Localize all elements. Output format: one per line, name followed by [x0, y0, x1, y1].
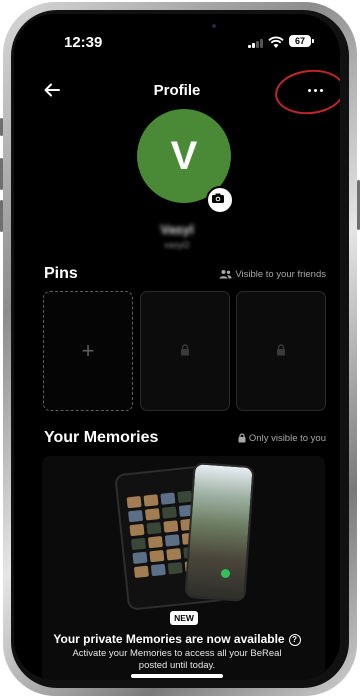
add-pin-slot[interactable]: + — [43, 291, 133, 411]
red-annotation-circle — [272, 66, 340, 118]
side-button-volume-down — [0, 200, 3, 232]
side-button-action — [0, 118, 3, 136]
memories-visibility-note: Only visible to you — [238, 433, 326, 444]
memory-photo-illustration — [184, 462, 255, 602]
user-handle: vasyl2 — [164, 240, 190, 250]
friends-icon — [219, 270, 232, 279]
plus-icon: + — [81, 338, 95, 363]
dynamic-island — [142, 16, 214, 34]
lock-icon — [181, 344, 189, 356]
side-button-volume-up — [0, 158, 3, 190]
change-photo-button[interactable] — [206, 186, 234, 214]
signal-icon — [248, 38, 264, 48]
pins-visibility-note: Visible to your friends — [219, 269, 326, 280]
pins-title: Pins — [44, 265, 78, 282]
new-badge: NEW — [170, 611, 198, 625]
app-screen: 12:39 67 Profile V Vasyl vasyl2 Pins Vis… — [14, 14, 340, 680]
status-time: 12:39 — [64, 34, 103, 51]
side-button-power — [357, 180, 360, 230]
pins-visibility-text: Visible to your friends — [235, 269, 326, 280]
green-dot-icon — [221, 569, 230, 578]
battery-icon: 67 — [289, 35, 314, 47]
lock-icon — [277, 344, 285, 356]
wifi-icon — [268, 36, 284, 48]
home-indicator[interactable] — [131, 674, 223, 678]
camera-icon — [212, 193, 224, 203]
help-icon[interactable]: ? — [288, 634, 301, 646]
memories-visibility-text: Only visible to you — [248, 433, 326, 444]
username: Vasyl — [160, 222, 194, 237]
memories-title: Your Memories — [44, 429, 159, 446]
locked-pin-slot — [236, 291, 326, 411]
locked-pin-slot — [140, 291, 230, 411]
memories-promo-description: Activate your Memories to access all you… — [72, 648, 282, 671]
front-camera — [212, 24, 216, 28]
lock-icon — [238, 433, 246, 443]
memories-promo-title-text: Your private Memories are now available — [53, 632, 285, 646]
memories-promo-title: Your private Memories are now available? — [14, 632, 340, 646]
